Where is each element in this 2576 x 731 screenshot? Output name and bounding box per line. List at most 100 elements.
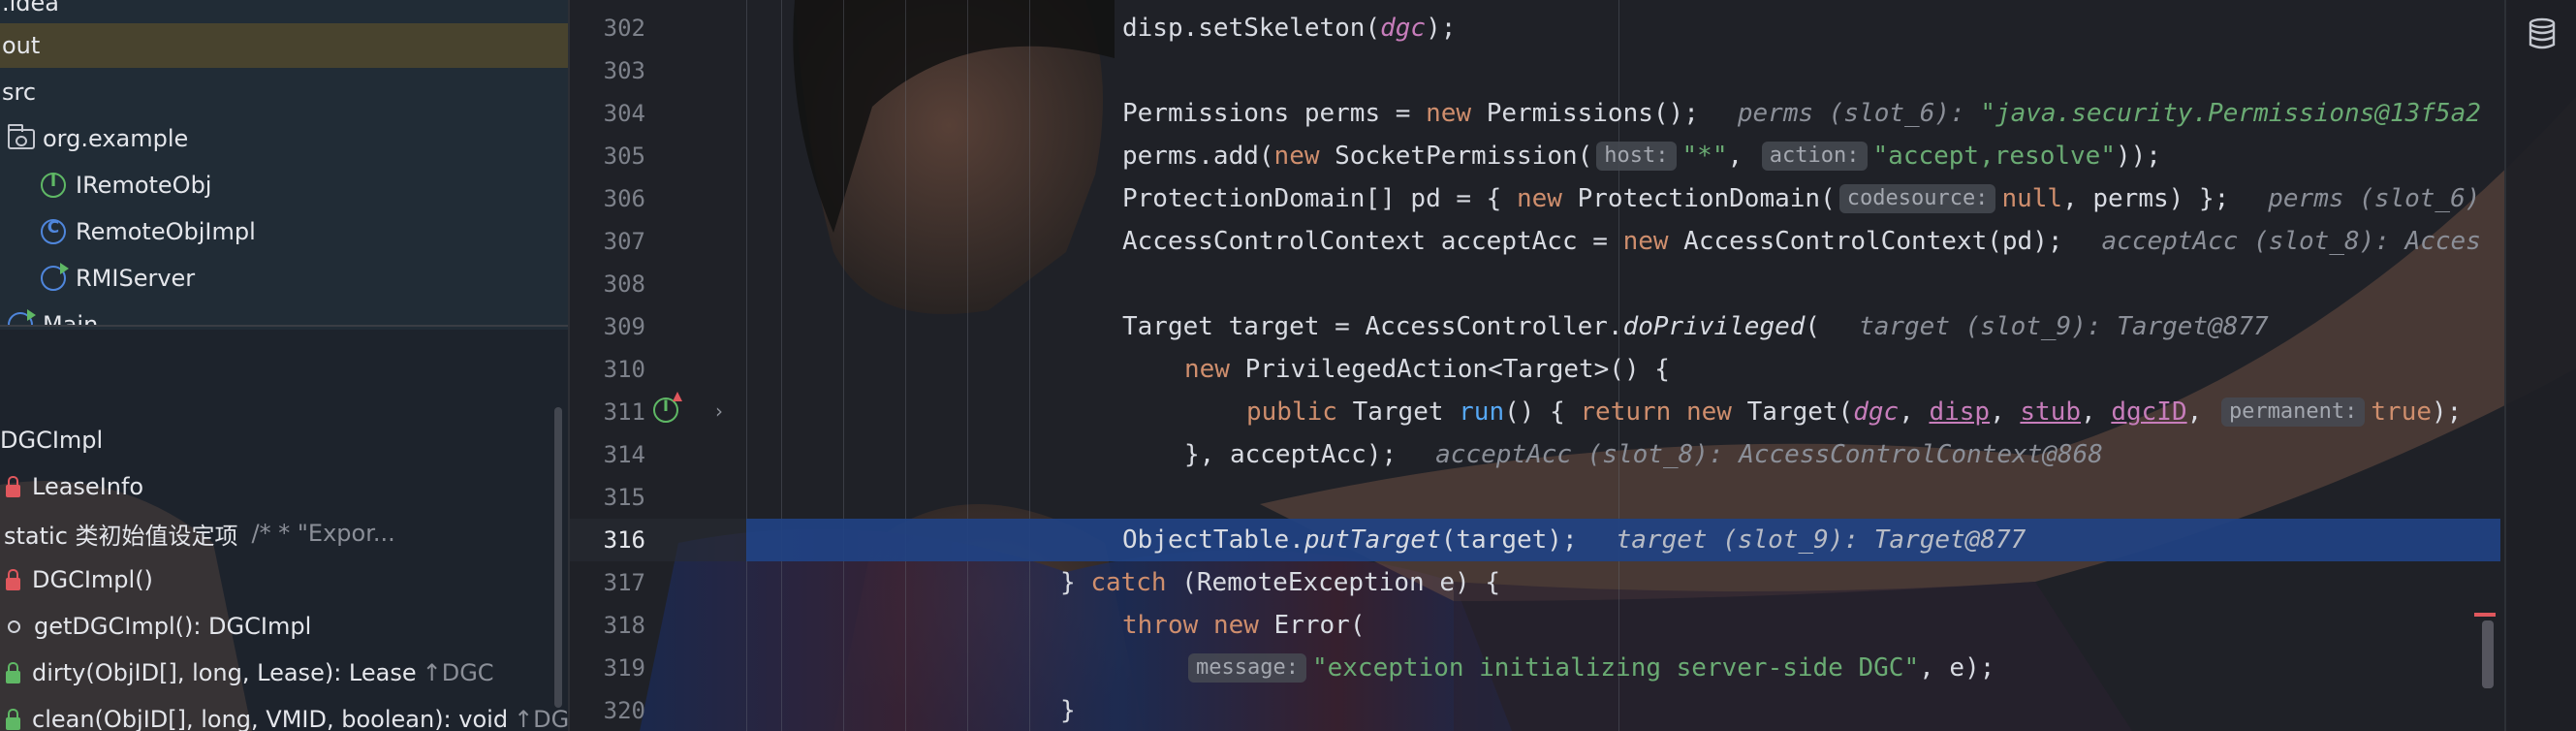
tree-item-label: RemoteObjImpl [76, 218, 256, 245]
structure-scrollbar[interactable] [554, 407, 562, 708]
code-text: Target( [1731, 397, 1854, 427]
current-line-number: 316 [603, 526, 645, 554]
code-text: (RemoteException e) { [1166, 568, 1500, 597]
line-number: 303 [603, 57, 645, 84]
public-lock-icon [6, 661, 20, 683]
keyword-token: new [1517, 184, 1562, 213]
structure-class-label: DGCImpl [0, 427, 104, 454]
code-text: Error( [1258, 611, 1366, 640]
keyword-token: new [1426, 99, 1472, 128]
method-token: putTarget [1304, 525, 1441, 555]
keyword-token: return [1580, 397, 1672, 427]
parameter-name-hint: action: [1761, 142, 1868, 171]
structure-item-static-initializer[interactable]: static 类初始值设定项 /* * "Expor... [0, 510, 570, 556]
code-text: Permissions perms = [1122, 99, 1427, 128]
code-line[interactable]: 317 } catch (RemoteException e) { [570, 561, 2500, 604]
code-text: ObjectTable. [1122, 525, 1304, 555]
field-token: dgcID [2111, 397, 2187, 427]
string-token: "*" [1681, 142, 1728, 171]
editor-scrollbar[interactable] [2482, 620, 2494, 688]
current-execution-line[interactable]: 316 ObjectTable.putTarget(target); target… [604, 519, 2500, 561]
line-number: 320 [603, 697, 645, 724]
code-text: (target); [1440, 525, 1578, 555]
line-number: 315 [603, 484, 645, 511]
code-line[interactable]: 307 AccessControlContext acceptAcc = new… [570, 220, 2500, 263]
code-text: Permissions(); [1471, 99, 1699, 128]
structure-panel: DGCImpl LeaseInfo static 类初始值设定项 /* * "Ex… [0, 417, 570, 731]
structure-item-super-hint: ↑DGC [514, 706, 570, 731]
keyword-token: true [2371, 397, 2433, 427]
code-line[interactable]: 311 public Target run() { return new Tar… [570, 391, 2500, 433]
field-token: dgc [1853, 397, 1900, 427]
fold-chevron-icon[interactable]: › [715, 399, 723, 423]
field-token: dgc [1380, 14, 1427, 43]
tree-item-out[interactable]: out [0, 23, 570, 68]
structure-item-getdgcimpl[interactable]: getDGCImpl(): DGCImpl [0, 603, 570, 650]
keyword-token: new [1622, 227, 1669, 256]
tree-item-rmiserver[interactable]: RMIServer [0, 256, 570, 301]
tree-item-main[interactable]: Main [0, 302, 570, 325]
tree-item-org-example[interactable]: org.example [0, 116, 570, 161]
keyword-token: new [1184, 355, 1230, 384]
debug-value-hint: acceptAcc (slot_8): AccessControlContext… [1435, 440, 2103, 469]
line-number: 317 [603, 569, 645, 596]
method-icon [8, 620, 20, 633]
error-stripe-marker[interactable] [2474, 613, 2496, 617]
debug-value-hint: acceptAcc (slot_8): Acces [2101, 227, 2481, 256]
tree-item-label: org.example [43, 125, 189, 152]
panel-divider[interactable] [0, 325, 570, 327]
keyword-token: null [2001, 184, 2063, 213]
structure-item-leaseinfo[interactable]: LeaseInfo [0, 463, 570, 510]
line-number: 305 [603, 143, 645, 170]
structure-item-super-hint: ↑DGC [422, 659, 494, 686]
code-text: , [2081, 397, 2112, 427]
code-line[interactable]: 310 new PrivilegedAction<Target>() { [570, 348, 2500, 391]
code-line[interactable]: 314 }, acceptAcc); acceptAcc (slot_8): Ac… [570, 433, 2500, 476]
code-line[interactable]: 305 perms.add(new SocketPermission(host:… [570, 135, 2500, 177]
structure-item-label: static 类初始值设定项 [4, 522, 238, 550]
code-line[interactable]: 306 ProtectionDomain[] pd = { new Protec… [570, 177, 2500, 220]
structure-item-dirty[interactable]: dirty(ObjID[], long, Lease): Lease ↑DGC [0, 650, 570, 696]
code-text: PrivilegedAction<Target>() { [1229, 355, 1670, 384]
field-token: stub [2020, 397, 2082, 427]
keyword-token: throw [1122, 611, 1199, 640]
code-text: , [1899, 397, 1930, 427]
code-text: , [2186, 397, 2217, 427]
structure-item-constructor[interactable]: DGCImpl() [0, 556, 570, 603]
debug-value-hint: target (slot_9): Target@877 [1859, 312, 2269, 341]
code-text: } [1060, 696, 1076, 725]
tree-item-idea[interactable]: .idea [0, 0, 570, 25]
debug-value: "java.security.Permissions@13f5a2 [1980, 99, 2481, 128]
keyword-token: new [1273, 142, 1320, 171]
tool-window-edge[interactable] [568, 0, 570, 731]
code-line[interactable]: 308 [570, 263, 2500, 305]
code-line[interactable]: 303 [570, 49, 2500, 92]
line-number: 314 [603, 441, 645, 468]
code-line[interactable]: 304 Permissions perms = new Permissions(… [570, 92, 2500, 135]
code-text: ); [2432, 397, 2463, 427]
keyword-token: new [1685, 397, 1732, 427]
public-lock-icon [6, 708, 20, 730]
line-number: 307 [603, 228, 645, 255]
code-text: , [1990, 397, 2021, 427]
keyword-token: catch [1090, 568, 1167, 597]
code-line[interactable]: 319 message: "exception initializing serv… [570, 647, 2500, 689]
tree-item-remoteobjimpl[interactable]: RemoteObjImpl [0, 209, 570, 254]
code-line[interactable]: 302 disp.setSkeleton(dgc); [570, 7, 2500, 49]
code-text: , [1727, 142, 1758, 171]
tree-item-label: RMIServer [76, 265, 196, 292]
parameter-name-hint: codesource: [1838, 184, 1996, 213]
code-line[interactable]: 320 } [570, 689, 2500, 731]
private-lock-icon [6, 475, 20, 497]
code-line[interactable]: 318 throw new Error( [570, 604, 2500, 647]
structure-class-title[interactable]: DGCImpl [0, 417, 570, 463]
tree-item-src[interactable]: src [0, 70, 570, 114]
code-text: , perms) }; [2062, 184, 2230, 213]
database-icon[interactable] [2528, 17, 2557, 50]
tree-item-iremoteobj[interactable]: IRemoteObj [0, 163, 570, 207]
code-editor[interactable]: 302 disp.setSkeleton(dgc); 303 304 Permi… [570, 0, 2576, 731]
structure-item-clean[interactable]: clean(ObjID[], long, VMID, boolean): voi… [0, 696, 570, 731]
code-line[interactable]: 315 [570, 476, 2500, 519]
code-text: perms.add( [1122, 142, 1274, 171]
code-line[interactable]: 309 Target target = AccessController.doP… [570, 305, 2500, 348]
